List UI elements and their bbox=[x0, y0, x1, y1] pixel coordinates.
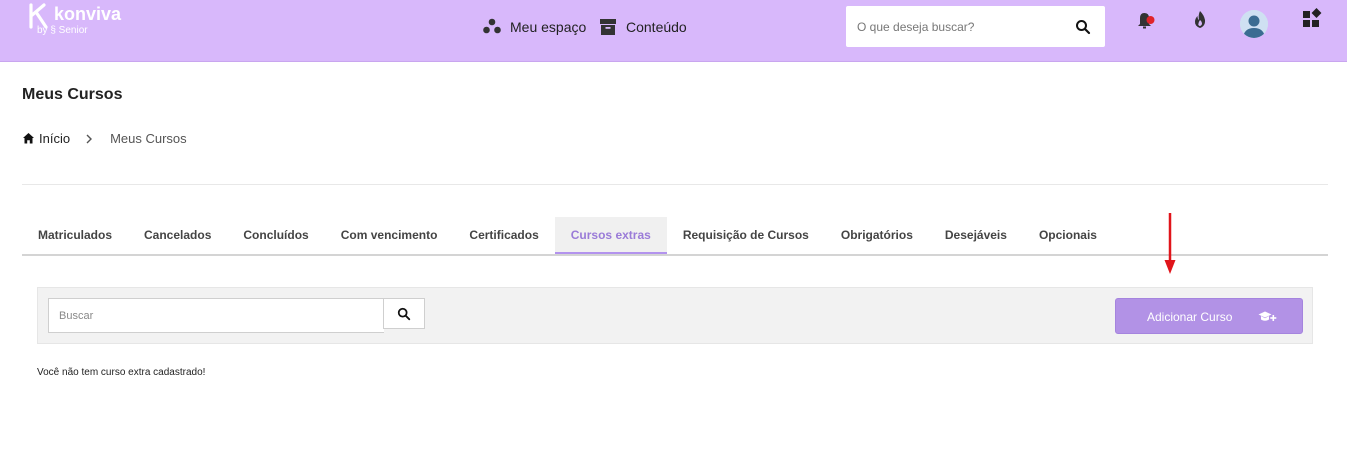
search-icon[interactable] bbox=[1075, 19, 1091, 35]
global-search-input[interactable] bbox=[846, 6, 1066, 47]
tab-desejaveis[interactable]: Desejáveis bbox=[929, 217, 1023, 254]
notification-dot bbox=[1146, 16, 1155, 24]
tab-obrigatorios[interactable]: Obrigatórios bbox=[825, 217, 929, 254]
graduation-cap-plus-icon bbox=[1258, 311, 1277, 321]
course-tabs: Matriculados Cancelados Concluídos Com v… bbox=[22, 217, 1328, 256]
global-search bbox=[846, 6, 1105, 47]
course-search-input[interactable] bbox=[49, 299, 384, 332]
user-avatar-icon bbox=[1240, 10, 1268, 38]
breadcrumb-current: Meus Cursos bbox=[110, 131, 187, 146]
logo-text: konviva bbox=[54, 4, 122, 24]
breadcrumb-home[interactable]: Início bbox=[39, 131, 70, 146]
breadcrumb: Início Meus Cursos bbox=[22, 131, 187, 146]
home-icon bbox=[23, 133, 34, 144]
nav-meu-espaco-label: Meu espaço bbox=[510, 19, 587, 35]
bell-icon[interactable] bbox=[1133, 8, 1157, 32]
konviva-logo[interactable]: konviva bbox=[28, 3, 138, 43]
add-course-label: Adicionar Curso bbox=[1147, 310, 1233, 324]
divider bbox=[22, 184, 1328, 185]
tab-requisicao-de-cursos[interactable]: Requisição de Cursos bbox=[667, 217, 825, 254]
avatar[interactable] bbox=[1240, 10, 1268, 38]
tab-com-vencimento[interactable]: Com vencimento bbox=[325, 217, 454, 254]
top-navigation-bar: konviva by § Senior Meu espaço Conteúdo bbox=[0, 0, 1347, 62]
chevron-right-icon bbox=[86, 134, 93, 143]
course-search-field bbox=[48, 298, 384, 333]
tab-cancelados[interactable]: Cancelados bbox=[128, 217, 227, 254]
nav-conteudo-label: Conteúdo bbox=[626, 19, 687, 35]
meu-espaco-icon bbox=[483, 18, 501, 34]
tab-opcionais[interactable]: Opcionais bbox=[1023, 217, 1113, 254]
tab-certificados[interactable]: Certificados bbox=[453, 217, 554, 254]
nav-meu-espaco[interactable]: Meu espaço bbox=[482, 12, 586, 42]
tab-cursos-extras[interactable]: Cursos extras bbox=[554, 217, 667, 254]
page-title: Meus Cursos bbox=[22, 86, 123, 103]
fire-icon[interactable] bbox=[1188, 8, 1212, 32]
course-search-button[interactable] bbox=[383, 298, 425, 329]
search-icon bbox=[397, 307, 411, 320]
empty-state-message: Você não tem curso extra cadastrado! bbox=[37, 367, 206, 378]
apps-icon[interactable] bbox=[1300, 8, 1324, 32]
add-course-button[interactable]: Adicionar Curso bbox=[1115, 298, 1303, 334]
archive-icon bbox=[600, 19, 616, 35]
nav-conteudo[interactable]: Conteúdo bbox=[598, 12, 687, 42]
tab-concluidos[interactable]: Concluídos bbox=[227, 217, 324, 254]
tab-matriculados[interactable]: Matriculados bbox=[22, 217, 128, 254]
courses-toolbar: Adicionar Curso bbox=[37, 287, 1313, 344]
annotation-arrow-icon bbox=[1164, 213, 1176, 274]
logo-subtitle: by § Senior bbox=[37, 25, 88, 36]
